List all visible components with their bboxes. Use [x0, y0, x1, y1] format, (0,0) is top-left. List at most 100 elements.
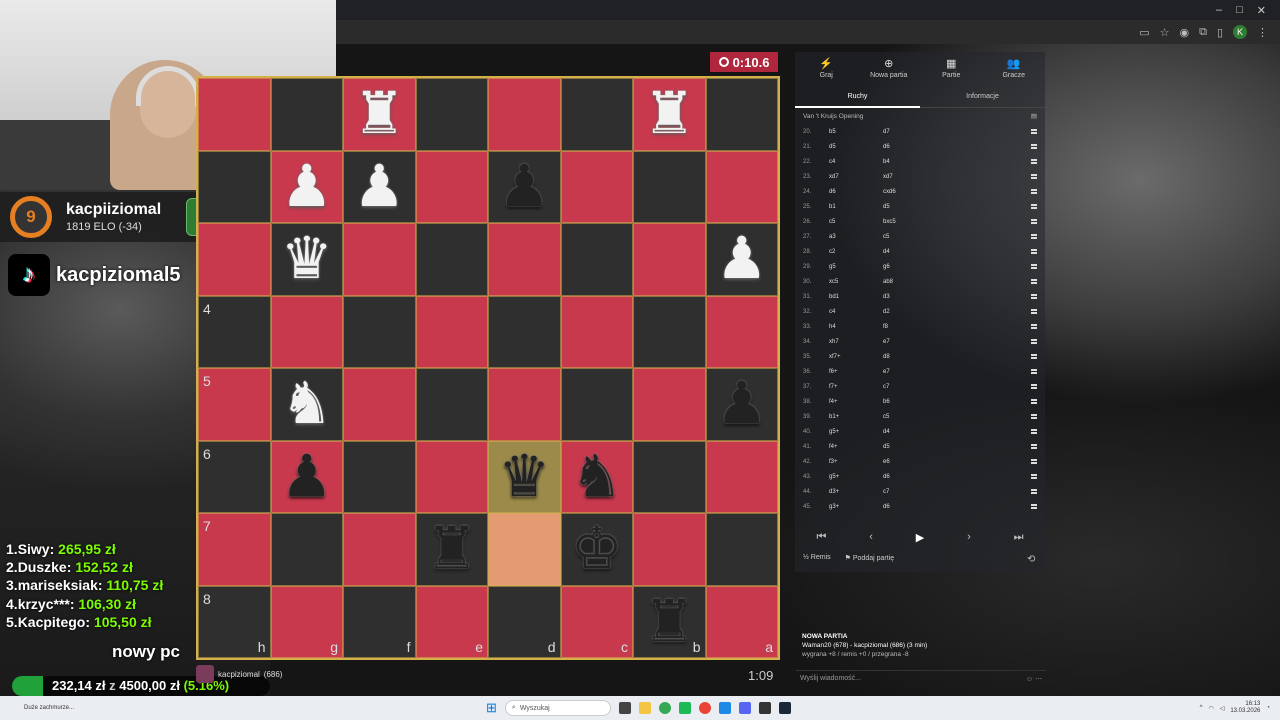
white-move[interactable]: b1+: [829, 414, 883, 420]
board-square[interactable]: [633, 513, 706, 586]
white-move[interactable]: a3: [829, 234, 883, 240]
board-square[interactable]: [633, 440, 706, 513]
white-knight-piece[interactable]: ♞: [281, 375, 333, 433]
extension-icon[interactable]: ◉: [1179, 26, 1189, 39]
black-move[interactable]: d3: [883, 294, 993, 300]
board-square[interactable]: [560, 223, 633, 296]
board-square[interactable]: [415, 295, 488, 368]
black-queen-piece[interactable]: ♛: [498, 447, 550, 506]
black-move[interactable]: d4: [883, 249, 993, 255]
board-square[interactable]: [343, 368, 416, 441]
board-square[interactable]: [488, 513, 561, 586]
tab-graj[interactable]: ⚡ Graj: [795, 52, 858, 84]
black-pawn-piece[interactable]: ♟: [281, 447, 333, 506]
board-square[interactable]: f: [343, 585, 416, 658]
taskbar-clock[interactable]: 16:13 13.03.2026: [1230, 701, 1260, 715]
book-icon[interactable]: ▤: [1031, 112, 1037, 120]
chrome-icon[interactable]: [658, 702, 671, 714]
white-pawn-piece[interactable]: ♟: [281, 157, 333, 216]
board-square[interactable]: 6: [198, 440, 271, 513]
steam-icon[interactable]: [778, 702, 791, 714]
board-square[interactable]: [488, 368, 561, 441]
black-move[interactable]: d4: [883, 429, 993, 435]
board-square[interactable]: [705, 78, 778, 151]
prev-move-button[interactable]: ‹: [869, 531, 873, 543]
black-move[interactable]: bxc5: [883, 219, 993, 225]
black-pawn-piece[interactable]: ♟: [498, 157, 550, 216]
white-move[interactable]: f4+: [829, 399, 883, 405]
white-pawn-piece[interactable]: ♟: [353, 157, 405, 216]
weather-widget[interactable]: Duże zachmurze...: [24, 705, 74, 711]
black-move[interactable]: b6: [883, 399, 993, 405]
board-square[interactable]: a: [705, 585, 778, 658]
black-move[interactable]: f8: [883, 324, 993, 330]
tray-chevron-icon[interactable]: ^: [1200, 705, 1203, 711]
white-move[interactable]: f7+: [829, 384, 883, 390]
white-move[interactable]: bd1: [829, 294, 883, 300]
board-square[interactable]: ♛: [488, 440, 561, 513]
windows-start-icon[interactable]: ⊞: [486, 700, 497, 716]
black-pawn-piece[interactable]: ♟: [716, 375, 768, 433]
white-move[interactable]: c2: [829, 249, 883, 255]
board-square[interactable]: [198, 78, 271, 151]
white-move[interactable]: f3+: [829, 459, 883, 465]
white-move[interactable]: d3+: [829, 489, 883, 495]
board-square[interactable]: [270, 78, 343, 151]
resign-button[interactable]: ⚑ Poddaj partię: [845, 554, 895, 562]
white-move[interactable]: c5: [829, 219, 883, 225]
black-move[interactable]: e7: [883, 369, 993, 375]
board-square[interactable]: ♞: [560, 440, 633, 513]
black-move[interactable]: d5: [883, 204, 993, 210]
black-rook-piece[interactable]: ♜: [643, 592, 695, 651]
board-square[interactable]: ♛: [270, 223, 343, 296]
board-square[interactable]: [633, 295, 706, 368]
board-square[interactable]: [415, 223, 488, 296]
white-rook-piece[interactable]: ♜: [643, 85, 695, 143]
board-square[interactable]: [488, 78, 561, 151]
board-square[interactable]: [415, 440, 488, 513]
bookmark-star-icon[interactable]: ☆: [1160, 26, 1170, 39]
board-square[interactable]: [488, 223, 561, 296]
board-square[interactable]: [270, 513, 343, 586]
board-square[interactable]: [705, 150, 778, 223]
black-move[interactable]: c5: [883, 414, 993, 420]
play-button[interactable]: ▶: [916, 531, 924, 544]
white-move[interactable]: c4: [829, 159, 883, 165]
board-square[interactable]: [415, 78, 488, 151]
board-square[interactable]: [633, 150, 706, 223]
next-move-button[interactable]: ›: [967, 531, 971, 543]
taskbar-search[interactable]: ⌕ Wyszukaj: [504, 700, 611, 716]
black-move[interactable]: b4: [883, 159, 993, 165]
app-icon-dark[interactable]: [758, 702, 771, 714]
board-square[interactable]: [343, 440, 416, 513]
volume-icon[interactable]: ◁: [1220, 705, 1225, 712]
black-move[interactable]: e6: [883, 459, 993, 465]
board-square[interactable]: [633, 223, 706, 296]
white-move[interactable]: xd7: [829, 174, 883, 180]
white-rook-piece[interactable]: ♜: [353, 85, 405, 143]
black-move[interactable]: d7: [883, 129, 993, 135]
black-knight-piece[interactable]: ♞: [571, 447, 623, 506]
black-move[interactable]: cxd6: [883, 189, 993, 195]
board-square[interactable]: 7: [198, 513, 271, 586]
black-move[interactable]: g6: [883, 264, 993, 270]
chrome-icon-2[interactable]: [698, 702, 711, 714]
extensions-puzzle-icon[interactable]: ⧉: [1199, 26, 1207, 39]
black-move[interactable]: c7: [883, 489, 993, 495]
cast-icon[interactable]: ▭: [1139, 26, 1149, 39]
board-square[interactable]: [343, 513, 416, 586]
board-square[interactable]: [415, 368, 488, 441]
board-square[interactable]: [198, 150, 271, 223]
white-move[interactable]: xh7: [829, 339, 883, 345]
wifi-icon[interactable]: ◠: [1208, 705, 1213, 712]
white-pawn-piece[interactable]: ♟: [716, 230, 768, 288]
tab-nowa-partia[interactable]: ⊕ Nowa partia: [858, 52, 921, 84]
first-move-button[interactable]: ⏮: [816, 531, 826, 544]
board-square[interactable]: [560, 150, 633, 223]
black-move[interactable]: c7: [883, 384, 993, 390]
profile-avatar[interactable]: K: [1233, 25, 1247, 39]
discord-icon[interactable]: [738, 702, 751, 714]
white-move[interactable]: b1: [829, 204, 883, 210]
board-square[interactable]: 5: [198, 368, 271, 441]
tab-partie[interactable]: ▦ Partie: [920, 52, 983, 84]
